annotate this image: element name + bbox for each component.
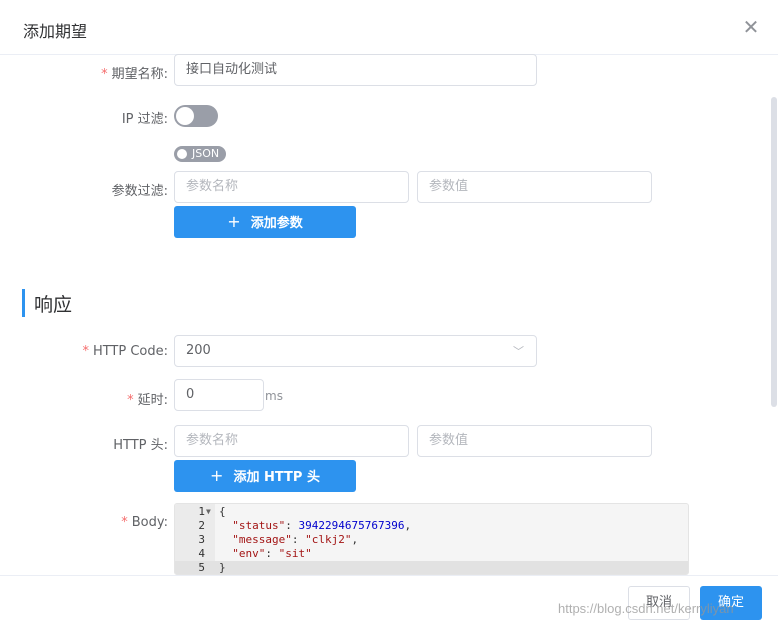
dialog-header: 添加期望 ✕ bbox=[0, 0, 778, 55]
body-label: * Body: bbox=[121, 515, 168, 530]
switch-knob bbox=[176, 107, 194, 125]
close-icon[interactable]: ✕ bbox=[740, 16, 762, 38]
add-http-header-button[interactable]: + 添加 HTTP 头 bbox=[174, 460, 356, 492]
json-toggle-label: JSON bbox=[192, 147, 220, 160]
dialog-scrollbar[interactable] bbox=[771, 97, 777, 407]
code-line: 4 "env": "sit" bbox=[198, 547, 312, 560]
delay-input[interactable]: 0 bbox=[174, 379, 264, 411]
delay-unit: ms bbox=[265, 389, 283, 403]
body-code-editor[interactable]: 1 ▼ { 2 "status": 3942294675767396, 3 "m… bbox=[174, 503, 689, 575]
dialog-title: 添加期望 bbox=[23, 22, 88, 41]
ip-filter-switch[interactable] bbox=[174, 105, 218, 127]
header-value-input[interactable]: 参数值 bbox=[417, 425, 652, 457]
watermark: https://blog.csdn.net/kerryliyan bbox=[558, 601, 734, 616]
code-line: 1 ▼ { bbox=[198, 505, 226, 519]
http-header-label: HTTP 头: bbox=[113, 438, 168, 453]
json-toggle[interactable]: JSON bbox=[174, 146, 226, 162]
code-line: 3 "message": "clkj2", bbox=[198, 533, 359, 546]
param-value-input[interactable]: 参数值 bbox=[417, 171, 652, 203]
response-section-title: 响应 bbox=[34, 294, 73, 316]
plus-icon: + bbox=[227, 212, 241, 231]
plus-icon: + bbox=[210, 466, 224, 485]
add-param-button[interactable]: + 添加参数 bbox=[174, 206, 356, 238]
chevron-down-icon[interactable]: ﹀ bbox=[513, 343, 524, 358]
expectation-name-label: * 期望名称: bbox=[101, 67, 168, 82]
switch-knob bbox=[177, 149, 187, 159]
code-line-active: 5 } bbox=[175, 561, 688, 574]
required-mark: * bbox=[101, 67, 108, 82]
http-code-select[interactable]: 200 bbox=[174, 335, 537, 367]
param-filter-label: 参数过滤: bbox=[111, 184, 168, 199]
section-accent-bar bbox=[22, 289, 25, 317]
http-code-value: 200 bbox=[186, 343, 211, 358]
required-mark: * bbox=[82, 344, 89, 359]
fold-arrow-icon[interactable]: ▼ bbox=[206, 505, 211, 519]
param-name-input[interactable]: 参数名称 bbox=[174, 171, 409, 203]
ip-filter-label: IP 过滤: bbox=[121, 112, 168, 127]
delay-label: * 延时: bbox=[127, 393, 168, 408]
required-mark: * bbox=[127, 393, 134, 408]
code-line: 2 "status": 3942294675767396, bbox=[198, 519, 412, 532]
http-code-label: * HTTP Code: bbox=[82, 344, 168, 359]
expectation-name-input[interactable]: 接口自动化测试 bbox=[174, 54, 537, 86]
required-mark: * bbox=[121, 515, 128, 530]
header-name-input[interactable]: 参数名称 bbox=[174, 425, 409, 457]
add-expectation-dialog: 添加期望 ✕ * 期望名称: 接口自动化测试 IP 过滤: JSON 参数过滤: … bbox=[0, 0, 778, 629]
